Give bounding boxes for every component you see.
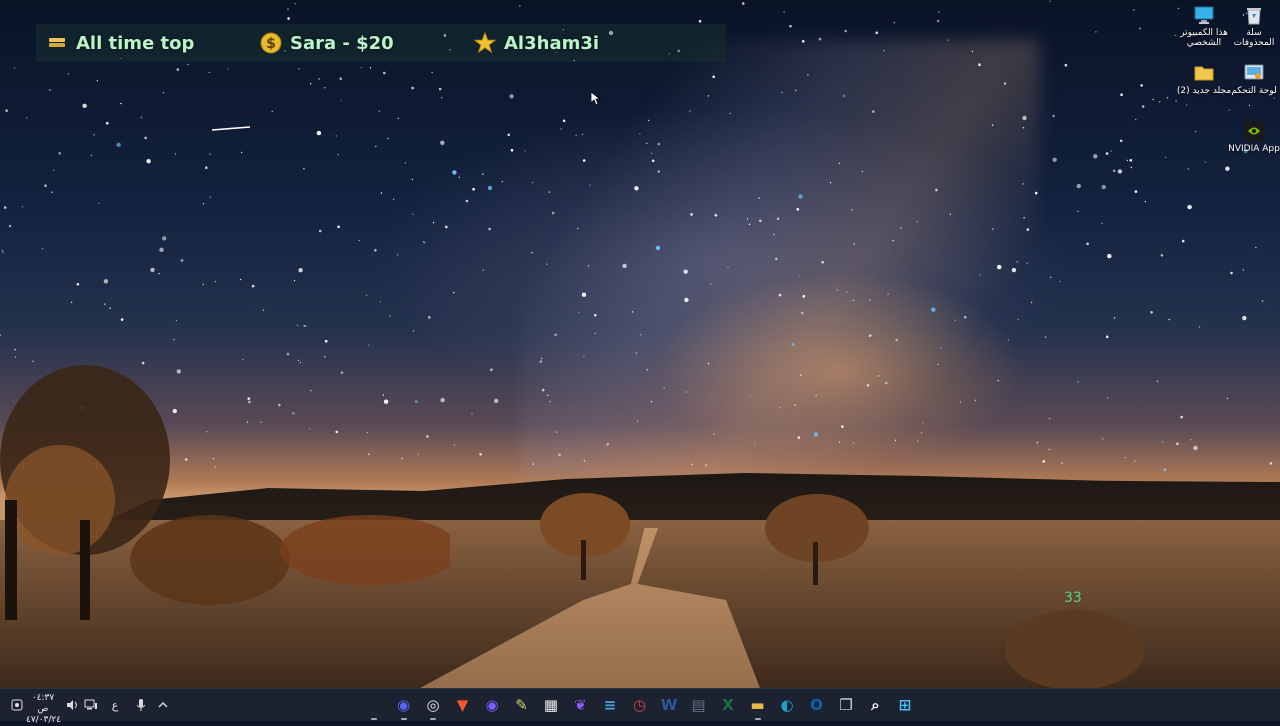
clock-date: ٤٧/٠٣/٢٤ <box>26 715 62 725</box>
svg-text:$: $ <box>266 36 276 52</box>
sticky-notes-icon: ✎ <box>515 696 528 714</box>
taskbar-app-brave[interactable]: ▼ <box>451 693 475 717</box>
recycle-bin-icon <box>1243 4 1265 26</box>
windows-start-icon: ⊞ <box>898 696 912 714</box>
volume-icon[interactable] <box>64 689 82 721</box>
tree-center-right <box>765 494 869 585</box>
desktop-icon-control-panel[interactable]: لوحة التحكم <box>1226 62 1280 96</box>
overlay-counter: 33 <box>1064 590 1082 606</box>
desktop-icon-nvidia-app[interactable]: NVIDIA App <box>1226 120 1280 154</box>
desktop-icon-label: لوحة التحكم <box>1231 86 1277 96</box>
task-view-icon: ❐ <box>839 696 853 714</box>
dollar-coin-icon: $ <box>260 32 282 54</box>
taskbar-app-store[interactable]: ▦ <box>539 693 563 717</box>
monitor-icon <box>1193 4 1215 26</box>
tree-center-left <box>540 493 630 580</box>
taskbar-app-discord-ptb[interactable]: ◉ <box>480 693 504 717</box>
chrome-icon: ◎ <box>426 696 440 714</box>
taskbar-app-file-explorer[interactable]: ▬ <box>746 693 770 720</box>
brave-icon: ▼ <box>456 696 469 714</box>
ticker-follower: Al3ham3i <box>504 32 600 54</box>
chevron-up-icon[interactable] <box>154 689 172 721</box>
taskbar: ٠٤:٣٧ ص ٤٧/٠٣/٢٤ ع ♨ ◉ ◎ ▼ ◉ ✎ ▦ ❦ ≡ ◷ W ▤ X ▬ ◐ O ❐ ⌕ ⊞ <box>0 688 1280 725</box>
desktop-icon-label: سلة المحذوفات <box>1233 28 1275 48</box>
word-icon: W <box>660 696 678 714</box>
taskbar-app-outlook[interactable]: O <box>805 693 829 717</box>
taskbar-app-clock-app[interactable]: ◷ <box>628 693 652 717</box>
network-icon[interactable] <box>82 689 100 721</box>
taskbar-app-feather[interactable]: ❦ <box>569 693 593 717</box>
discord-alt-icon: ◉ <box>485 696 499 714</box>
mouse-cursor-icon <box>591 92 601 106</box>
folder-icon <box>1193 62 1215 84</box>
taskbar-app-calculator[interactable]: ▤ <box>687 693 711 717</box>
clock-time: ٠٤:٣٧ ص <box>31 693 55 714</box>
desktop-icon-recycle-bin[interactable]: سلة المحذوفات <box>1226 4 1280 48</box>
bush-right <box>1005 610 1145 688</box>
steam-icon: ♨ <box>367 696 381 714</box>
search-icon: ⌕ <box>871 696 880 714</box>
control-panel-icon <box>1243 62 1265 84</box>
clock-icon: ◷ <box>632 696 647 714</box>
store-icon: ▦ <box>543 696 559 714</box>
taskbar-app-notepad[interactable]: ≡ <box>598 693 622 717</box>
notepad-icon: ≡ <box>603 696 617 714</box>
outlook-icon: O <box>810 696 823 714</box>
taskbar-app-excel[interactable]: X <box>716 693 740 717</box>
ticker-label: All time top <box>76 32 195 54</box>
taskbar-app-start[interactable]: ⊞ <box>893 693 917 717</box>
language-indicator[interactable]: ع <box>106 689 124 721</box>
taskbar-app-discord[interactable]: ◉ <box>392 693 416 720</box>
star-icon <box>474 31 496 54</box>
calculator-icon: ▤ <box>691 696 706 714</box>
gold-bar-icon <box>46 32 68 54</box>
ticker-item-all-time-top: All time top <box>46 24 194 62</box>
taskbar-app-word[interactable]: W <box>657 693 681 717</box>
microphone-icon[interactable] <box>132 689 150 721</box>
taskbar-app-edge[interactable]: ◐ <box>775 693 799 717</box>
taskbar-app-steam[interactable]: ♨ <box>362 693 386 720</box>
taskbar-app-chrome[interactable]: ◎ <box>421 693 445 720</box>
desktop-icon-new-folder[interactable]: مجلد جديد (2) <box>1176 62 1232 96</box>
stream-ticker-bar: All time top $ Sara - $20 Al3ham3i <box>36 24 726 62</box>
widgets-icon[interactable] <box>8 689 26 721</box>
desktop-icon-this-pc[interactable]: هذا الكمبيوتر الشخصي <box>1176 4 1232 48</box>
folder-icon: ▬ <box>750 696 765 714</box>
desktop-icon-label: هذا الكمبيوتر الشخصي <box>1180 28 1228 48</box>
ticker-item-follower: Al3ham3i <box>474 24 599 62</box>
taskbar-app-task-view[interactable]: ❐ <box>834 693 858 717</box>
taskbar-app-search[interactable]: ⌕ <box>864 693 888 717</box>
nvidia-icon <box>1243 120 1265 142</box>
taskbar-app-notes[interactable]: ✎ <box>510 693 534 717</box>
feather-icon: ❦ <box>574 696 587 714</box>
system-clock[interactable]: ٠٤:٣٧ ص ٤٧/٠٣/٢٤ <box>26 693 62 726</box>
edge-icon: ◐ <box>780 696 794 714</box>
bushes-left <box>130 515 450 605</box>
discord-icon: ◉ <box>396 696 411 714</box>
excel-icon: X <box>722 696 734 714</box>
desktop-icon-label: مجلد جديد (2) <box>1176 86 1232 96</box>
desktop-icon-label: NVIDIA App <box>1228 144 1280 154</box>
ticker-donor: Sara - $20 <box>290 32 394 54</box>
ticker-item-top-donor: $ Sara - $20 <box>260 24 394 62</box>
